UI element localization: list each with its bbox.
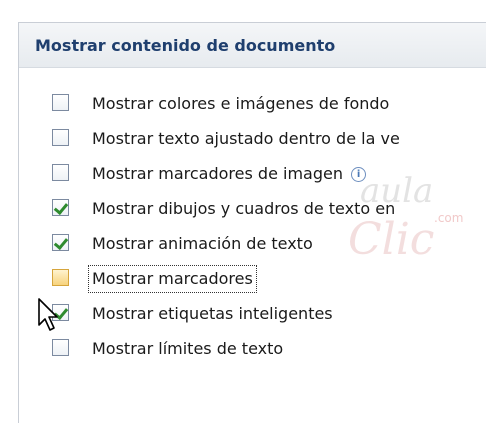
option-label: Mostrar marcadores de imagen i bbox=[92, 162, 367, 186]
info-icon[interactable]: i bbox=[351, 167, 367, 182]
checkbox-show-text-boundaries[interactable] bbox=[52, 339, 69, 356]
option-label-text: Mostrar marcadores de imagen bbox=[92, 164, 343, 183]
checkbox-show-text-animation[interactable] bbox=[52, 234, 69, 251]
section-header: Mostrar contenido de documento bbox=[19, 23, 486, 68]
checkbox-show-wrapped-text[interactable] bbox=[52, 129, 69, 146]
checkbox-show-drawings[interactable] bbox=[52, 199, 69, 216]
option-label: Mostrar texto ajustado dentro de la ve bbox=[92, 129, 400, 148]
arrow-cursor-icon bbox=[38, 298, 58, 331]
section-title: Mostrar contenido de documento bbox=[35, 36, 336, 55]
option-label: Mostrar colores e imágenes de fondo bbox=[92, 94, 390, 113]
option-label: Mostrar dibujos y cuadros de texto en bbox=[92, 199, 396, 218]
options-panel: Mostrar contenido de documento bbox=[18, 22, 486, 423]
checkbox-show-background[interactable] bbox=[52, 94, 69, 111]
option-label: Mostrar marcadores bbox=[88, 265, 257, 293]
option-label: Mostrar límites de texto bbox=[92, 339, 284, 358]
option-label: Mostrar animación de texto bbox=[92, 234, 313, 253]
checkbox-show-image-placeholders[interactable] bbox=[52, 164, 69, 181]
option-label: Mostrar etiquetas inteligentes bbox=[92, 304, 333, 323]
checkbox-show-bookmarks[interactable] bbox=[52, 269, 69, 286]
